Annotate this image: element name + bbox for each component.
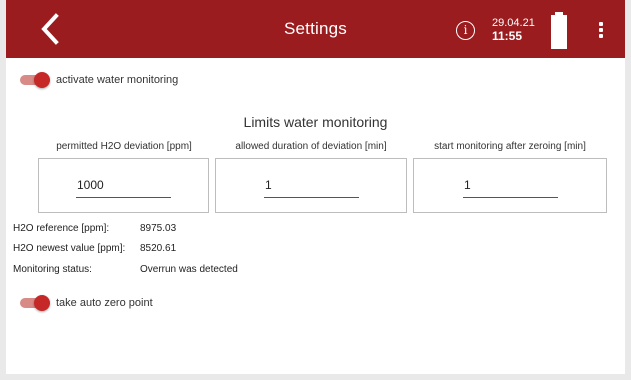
deviation-duration-field[interactable]: 1 bbox=[215, 158, 407, 213]
monitoring-status-label: Monitoring status: bbox=[13, 264, 92, 275]
h2o-newest-row: H2O newest value [ppm]: 8520.61 bbox=[13, 243, 176, 254]
auto-zero-label: take auto zero point bbox=[56, 297, 153, 309]
h2o-reference-value: 8975.03 bbox=[140, 223, 177, 234]
deviation-ppm-field[interactable]: 1000 bbox=[38, 158, 209, 213]
time-text: 11:55 bbox=[492, 29, 523, 43]
monitoring-status-value: Overrun was detected bbox=[140, 264, 238, 275]
deviation-duration-value[interactable]: 1 bbox=[265, 178, 272, 192]
deviation-duration-label: allowed duration of deviation [min] bbox=[235, 141, 387, 152]
input-underline bbox=[463, 197, 558, 198]
battery-full-icon bbox=[551, 12, 567, 49]
input-underline bbox=[76, 197, 171, 198]
date-time-display: 29.04.21 11:55 bbox=[492, 17, 535, 43]
start-monitoring-label: start monitoring after zeroing [min] bbox=[434, 141, 586, 152]
page-title: Settings bbox=[283, 19, 348, 38]
deviation-ppm-value[interactable]: 1000 bbox=[77, 178, 104, 192]
monitoring-status-row: Monitoring status: Overrun was detected bbox=[13, 264, 238, 275]
auto-zero-toggle[interactable] bbox=[18, 295, 52, 311]
deviation-ppm-label: permitted H2O deviation [ppm] bbox=[56, 141, 192, 152]
h2o-newest-label: H2O newest value [ppm]: bbox=[13, 243, 126, 254]
h2o-reference-label: H2O reference [ppm]: bbox=[13, 223, 110, 234]
top-app-bar: Settings i 29.04.21 11:55 bbox=[0, 0, 631, 58]
input-underline bbox=[264, 197, 359, 198]
h2o-newest-value: 8520.61 bbox=[140, 243, 177, 254]
h2o-reference-row: H2O reference [ppm]: 8975.03 bbox=[13, 223, 176, 234]
water-monitoring-toggle[interactable] bbox=[18, 72, 52, 88]
limits-section-title: Limits water monitoring bbox=[243, 114, 388, 130]
start-monitoring-field[interactable]: 1 bbox=[413, 158, 607, 213]
more-vert-icon[interactable] bbox=[597, 22, 605, 38]
water-monitoring-label: activate water monitoring bbox=[56, 74, 179, 86]
start-monitoring-value[interactable]: 1 bbox=[464, 178, 471, 192]
info-icon[interactable]: i bbox=[456, 21, 475, 40]
